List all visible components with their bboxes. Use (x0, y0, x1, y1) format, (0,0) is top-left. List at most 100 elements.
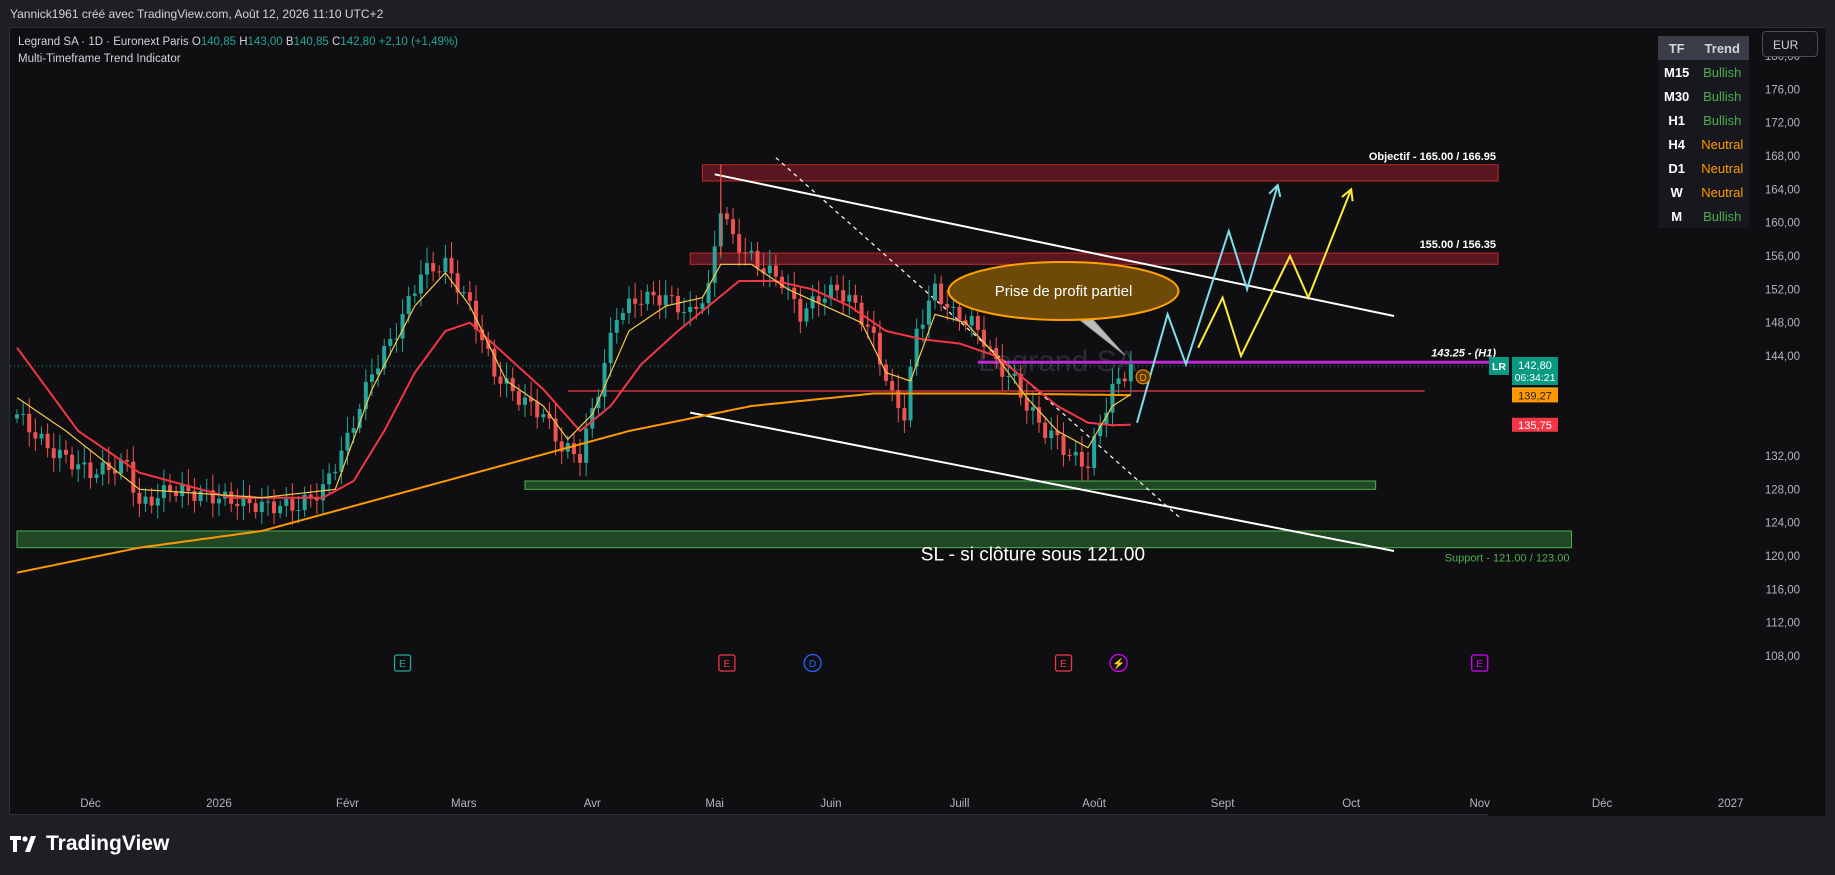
candle (516, 391, 521, 405)
candle (822, 298, 827, 303)
candle (1012, 373, 1017, 377)
candle (731, 219, 736, 235)
stop-loss-text: SL - si clôture sous 121.00 (921, 544, 1145, 565)
candle (755, 250, 760, 269)
trend-row-m15: M15 Bullish (1658, 60, 1750, 84)
candle (871, 326, 876, 333)
y-tick-label: 148,00 (1765, 318, 1800, 330)
candle (351, 428, 356, 433)
trend-value: Neutral (1695, 180, 1750, 204)
candle (663, 295, 668, 306)
candle (369, 374, 374, 382)
close-value: 142,80 (340, 36, 376, 48)
trend-col-tf: TF (1658, 36, 1696, 60)
trend-tf: M30 (1658, 84, 1696, 108)
candle (810, 296, 815, 309)
trend-tf: H4 (1658, 132, 1696, 156)
y-tick-label: 172,00 (1765, 118, 1800, 130)
trend-table-header: TF Trend (1658, 36, 1750, 60)
trend-tf: M (1658, 204, 1696, 228)
last-price-text: 142,80 (1518, 360, 1552, 372)
candle (773, 265, 778, 277)
tradingview-logo[interactable]: TradingView (10, 832, 169, 856)
currency-button[interactable]: EUR (1762, 31, 1818, 57)
price-chart[interactable]: Legrand SA180,00176,00172,00168,00164,00… (10, 28, 1825, 816)
callout-text: Prise de profit partiel (995, 283, 1133, 300)
trend-col-trend: Trend (1695, 36, 1750, 60)
candle (522, 397, 527, 405)
candle (798, 298, 803, 322)
candle (39, 433, 44, 439)
candle (926, 300, 931, 325)
trend-table: TF Trend M15 Bullish M30 Bullish H1 Bullish H4… (1658, 36, 1750, 228)
y-tick-label: 144,00 (1765, 351, 1800, 363)
trend-tf: W (1658, 180, 1696, 204)
candle (975, 316, 980, 330)
candle (688, 306, 693, 312)
candle (412, 293, 417, 296)
y-tick-label: 164,00 (1765, 184, 1800, 196)
event-marker-letter: E (1476, 658, 1483, 670)
candle (265, 501, 270, 503)
candle (639, 303, 644, 305)
candle (272, 501, 277, 514)
candle (541, 414, 546, 418)
candle (847, 295, 852, 302)
candle (835, 284, 840, 291)
chart-pane[interactable]: Legrand SA180,00176,00172,00168,00164,00… (9, 27, 1825, 816)
y-tick-label: 160,00 (1765, 218, 1800, 230)
y-tick-label: 132,00 (1765, 451, 1800, 463)
trend-value: Neutral (1695, 132, 1750, 156)
high-label: H (239, 36, 248, 48)
event-marker-letter: D (809, 658, 817, 670)
candle (284, 498, 289, 506)
candle (431, 263, 436, 272)
indicator-price-text: 139,27 (1518, 390, 1552, 402)
candle (645, 291, 650, 304)
candle (1122, 378, 1127, 382)
candle (939, 283, 944, 305)
x-tick-label: Mai (705, 798, 724, 810)
support-zone[interactable] (524, 480, 1377, 490)
candle (388, 338, 393, 346)
candle (608, 332, 613, 363)
tradingview-logo-icon (10, 836, 36, 852)
candle (437, 271, 442, 273)
candle (418, 274, 423, 294)
chart-credit: Yannick1961 créé avec TradingView.com, A… (10, 7, 384, 21)
x-tick-label: Sept (1211, 798, 1235, 810)
candle (1006, 376, 1011, 378)
candle (700, 303, 705, 310)
indicator-name[interactable]: Multi-Timeframe Trend Indicator (18, 51, 458, 68)
x-tick-label: 2026 (206, 798, 232, 810)
x-tick-label: Août (1082, 798, 1106, 810)
candle (45, 433, 50, 449)
candle (125, 459, 130, 462)
brand-name: TradingView (46, 832, 170, 855)
open-label: O (191, 36, 201, 48)
zone-label: Support - 121.00 / 123.00 (1445, 553, 1570, 565)
candle (461, 292, 466, 294)
candle (957, 306, 962, 321)
resistance-zone[interactable] (701, 164, 1499, 182)
y-tick-label: 116,00 (1766, 584, 1800, 596)
candle (63, 449, 68, 455)
zone-label: 155.00 / 156.35 (1420, 239, 1496, 251)
candle (57, 449, 62, 459)
candle (100, 462, 105, 475)
trend-tf: M15 (1658, 60, 1696, 84)
symbol-tag-text: LR (1492, 361, 1506, 373)
candle (290, 498, 295, 511)
x-tick-label: Févr (336, 798, 359, 810)
candle (253, 503, 258, 513)
x-tick-label: Juin (820, 798, 841, 810)
candle (333, 471, 338, 474)
candle (1079, 451, 1084, 467)
candle (15, 414, 19, 419)
x-tick-label: Juill (950, 798, 970, 810)
candle (1030, 407, 1035, 411)
dividend-marker-letter: D (1139, 373, 1146, 384)
projection-path-yellow[interactable] (1197, 188, 1353, 359)
candle (627, 298, 631, 314)
candle (614, 319, 619, 333)
